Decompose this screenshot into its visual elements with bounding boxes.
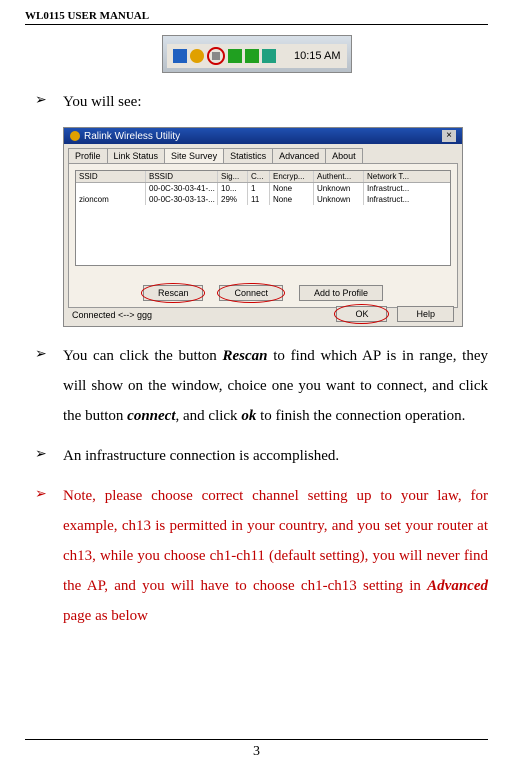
dialog-app-icon xyxy=(70,131,80,141)
cell-ssid xyxy=(76,183,146,194)
page-number: 3 xyxy=(253,744,260,759)
bullet-3: An infrastructure connection is accompli… xyxy=(35,441,488,471)
add-to-profile-button[interactable]: Add to Profile xyxy=(299,285,383,301)
dialog-tabs: Profile Link Status Site Survey Statisti… xyxy=(64,144,462,163)
systray-box: 10:15 AM xyxy=(167,44,347,68)
connect-word: connect xyxy=(127,408,175,424)
cell-bssid: 00-0C-30-03-13-... xyxy=(146,194,218,205)
cell-ch: 11 xyxy=(248,194,270,205)
cell-ch: 1 xyxy=(248,183,270,194)
bullet-2-c: , and click xyxy=(176,408,242,424)
tray-clock: 10:15 AM xyxy=(294,50,340,62)
bullet-2-d: to finish the connection operation. xyxy=(256,408,465,424)
page-header: WL0115 USER MANUAL xyxy=(25,10,488,25)
col-net: Network T... xyxy=(364,171,419,182)
cell-enc: None xyxy=(270,183,314,194)
tab-link-status[interactable]: Link Status xyxy=(107,148,166,163)
bullet-2-a: You can click the button xyxy=(63,348,223,364)
ap-row-1[interactable]: zioncom 00-0C-30-03-13-... 29% 11 None U… xyxy=(76,194,450,205)
bullet-4-b: page as below xyxy=(63,608,148,624)
col-enc: Encryp... xyxy=(270,171,314,182)
bullet-list-2: You can click the button Rescan to find … xyxy=(25,341,488,631)
bullet-list: You will see: xyxy=(25,87,488,117)
page-footer: 3 xyxy=(25,739,488,760)
cell-auth: Unknown xyxy=(314,183,364,194)
col-ssid: SSID xyxy=(76,171,146,182)
cell-auth: Unknown xyxy=(314,194,364,205)
help-button[interactable]: Help xyxy=(397,306,454,322)
dialog-title-text: Ralink Wireless Utility xyxy=(84,131,180,142)
dialog-screenshot: Ralink Wireless Utility × Profile Link S… xyxy=(63,127,463,327)
tray-icon-4 xyxy=(245,49,259,63)
advanced-word: Advanced xyxy=(427,578,488,594)
tab-profile[interactable]: Profile xyxy=(68,148,108,163)
cell-bssid: 00-0C-30-03-41-... xyxy=(146,183,218,194)
bullet-1: You will see: xyxy=(35,87,488,117)
cell-net: Infrastruct... xyxy=(364,194,419,205)
col-auth: Authent... xyxy=(314,171,364,182)
dialog-buttons: Rescan Connect Add to Profile xyxy=(69,285,457,301)
col-bssid: BSSID xyxy=(146,171,218,182)
systray-screenshot: 10:15 AM xyxy=(162,35,352,73)
connect-button[interactable]: Connect xyxy=(219,285,283,301)
tray-icon-1 xyxy=(173,49,187,63)
tab-site-survey[interactable]: Site Survey xyxy=(164,148,224,163)
cell-net: Infrastruct... xyxy=(364,183,419,194)
tray-icons xyxy=(173,47,295,65)
tab-about[interactable]: About xyxy=(325,148,363,163)
bullet-4-note: Note, please choose correct channel sett… xyxy=(35,481,488,631)
close-icon[interactable]: × xyxy=(442,130,456,142)
dialog-bottom-buttons: OK Help xyxy=(336,306,454,322)
cell-sig: 10... xyxy=(218,183,248,194)
col-ch: C... xyxy=(248,171,270,182)
tray-icon-circled xyxy=(207,47,225,65)
cell-ssid: zioncom xyxy=(76,194,146,205)
tray-icon-5 xyxy=(262,49,276,63)
dialog-titlebar: Ralink Wireless Utility × xyxy=(64,128,462,144)
ok-button[interactable]: OK xyxy=(336,306,387,322)
rescan-button[interactable]: Rescan xyxy=(143,285,204,301)
manual-title: WL0115 USER MANUAL xyxy=(25,10,149,22)
col-sig: Sig... xyxy=(218,171,248,182)
tray-icon-3 xyxy=(228,49,242,63)
ok-word: ok xyxy=(241,408,256,424)
bullet-3-text: An infrastructure connection is accompli… xyxy=(63,448,339,464)
bullet-1-text: You will see: xyxy=(63,94,142,110)
ap-list-header: SSID BSSID Sig... C... Encryp... Authent… xyxy=(76,171,450,183)
cell-enc: None xyxy=(270,194,314,205)
dialog-body: SSID BSSID Sig... C... Encryp... Authent… xyxy=(68,163,458,308)
tray-icon-2 xyxy=(190,49,204,63)
dialog-status: Connected <--> ggg xyxy=(72,310,152,320)
cell-sig: 29% xyxy=(218,194,248,205)
bullet-2: You can click the button Rescan to find … xyxy=(35,341,488,431)
ap-list: SSID BSSID Sig... C... Encryp... Authent… xyxy=(75,170,451,266)
bullet-4-a: Note, please choose correct channel sett… xyxy=(63,488,488,594)
tab-advanced[interactable]: Advanced xyxy=(272,148,326,163)
ap-row-0[interactable]: 00-0C-30-03-41-... 10... 1 None Unknown … xyxy=(76,183,450,194)
tab-statistics[interactable]: Statistics xyxy=(223,148,273,163)
rescan-word: Rescan xyxy=(223,348,268,364)
